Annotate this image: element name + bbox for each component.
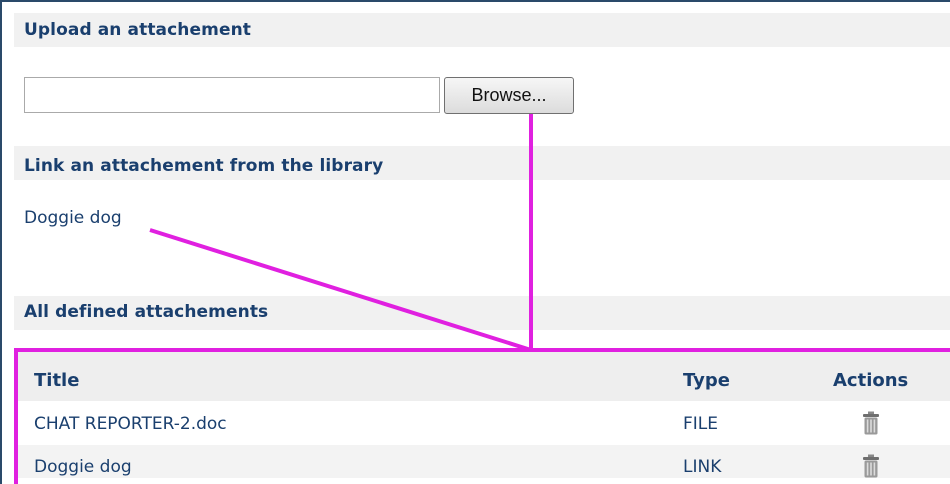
annotation-overlay bbox=[149, 114, 533, 352]
annotation-line-library bbox=[149, 228, 532, 352]
